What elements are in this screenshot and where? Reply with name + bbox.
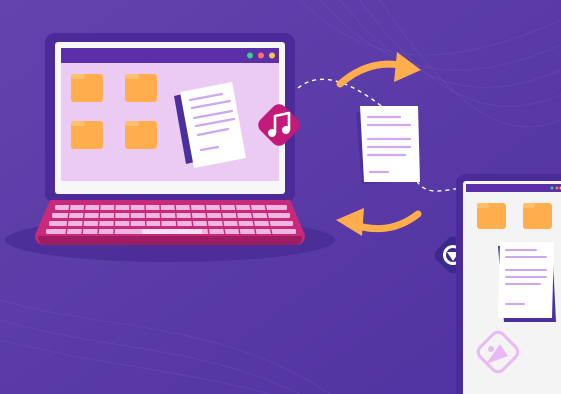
window-dot-green — [247, 52, 253, 59]
laptop-base-edge — [38, 236, 302, 245]
document-icon — [498, 242, 556, 322]
document-icon — [356, 106, 420, 184]
window-dot-red — [258, 52, 264, 59]
folder-icon — [71, 74, 103, 102]
folder-icon — [71, 121, 103, 149]
window-dot-yellow — [269, 52, 275, 59]
tablet-titlebar — [466, 184, 561, 192]
file-transfer-illustration — [0, 0, 561, 394]
laptop — [35, 33, 305, 245]
tablet-device — [456, 174, 561, 394]
folder-icon — [523, 203, 552, 229]
folder-icon — [477, 203, 506, 229]
folder-icon — [125, 74, 157, 102]
folder-icon — [125, 121, 157, 149]
window-titlebar — [61, 48, 279, 63]
